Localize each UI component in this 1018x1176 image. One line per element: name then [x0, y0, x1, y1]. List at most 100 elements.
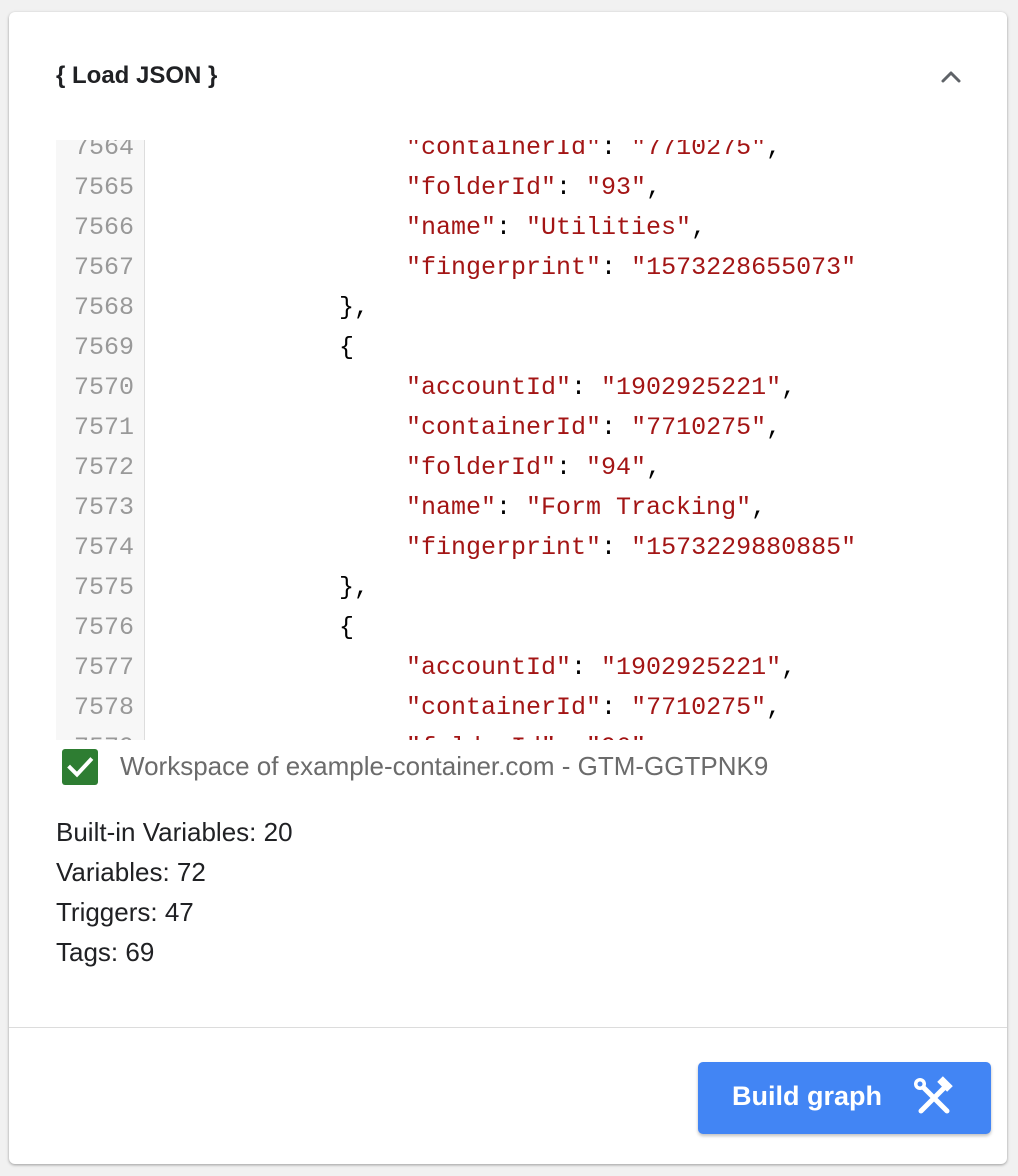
- colon: :: [601, 693, 632, 722]
- colon: :: [571, 373, 602, 402]
- build-graph-label: Build graph: [732, 1081, 882, 1111]
- json-value: "7710275": [631, 693, 767, 722]
- line-number: 7564: [73, 140, 134, 162]
- colon: :: [601, 533, 632, 562]
- line-number: 7569: [73, 333, 134, 362]
- code-line: 7576 {: [56, 608, 966, 648]
- line-number: 7575: [73, 573, 134, 602]
- code-line: 7565 "folderId": "93",: [56, 168, 966, 208]
- code-content: "name": "Form Tracking",: [406, 488, 766, 528]
- json-key: "folderId": [406, 453, 557, 482]
- colon: :: [496, 493, 527, 522]
- colon: :: [556, 733, 586, 740]
- comma: ,: [646, 733, 661, 740]
- card-header[interactable]: { Load JSON }: [9, 12, 1007, 132]
- code-content: "accountId": "1902925221",: [406, 368, 796, 408]
- code-line: 7574 "fingerprint": "1573229880885": [56, 528, 966, 568]
- code-line: 7570 "accountId": "1902925221",: [56, 368, 966, 408]
- code-line: 7568},: [56, 288, 966, 328]
- code-line: 7566 "name": "Utilities",: [56, 208, 966, 248]
- code-line: 7579 "folderId": "96",: [56, 728, 966, 740]
- code-line: 7573 "name": "Form Tracking",: [56, 488, 966, 528]
- card-title: { Load JSON }: [56, 62, 218, 89]
- json-value: "1902925221": [601, 653, 782, 682]
- comma: ,: [781, 653, 797, 682]
- json-editor[interactable]: 7564 "containerId": "7710275", 7565 "folder…: [56, 140, 966, 740]
- colon: :: [601, 413, 632, 442]
- chevron-up-icon: [941, 71, 961, 83]
- line-number: 7568: [73, 293, 134, 322]
- code-content: },: [339, 568, 369, 608]
- code-content: "name": "Utilities",: [406, 208, 706, 248]
- code-punctuation: {: [339, 613, 355, 642]
- code-punctuation: },: [339, 573, 370, 602]
- json-key: "name": [406, 213, 497, 242]
- workspace-label: Workspace of example-container.com - GTM…: [120, 751, 769, 781]
- code-content: "accountId": "1902925221",: [406, 648, 796, 688]
- json-value: "96": [586, 733, 646, 740]
- line-number: 7566: [73, 213, 134, 242]
- line-number: 7565: [73, 173, 134, 202]
- comma: ,: [751, 493, 767, 522]
- code-content: },: [339, 288, 369, 328]
- code-line: 7571 "containerId": "7710275",: [56, 408, 966, 448]
- comma: ,: [691, 213, 707, 242]
- code-content: "containerId": "7710275",: [406, 140, 781, 168]
- code-content: "folderId": "94",: [406, 448, 661, 488]
- code-line: 7578 "containerId": "7710275",: [56, 688, 966, 728]
- colon: :: [571, 653, 602, 682]
- colon: :: [601, 253, 632, 282]
- line-number: 7571: [73, 413, 134, 442]
- code-content: "fingerprint": "1573229880885": [406, 528, 856, 568]
- comma: ,: [646, 173, 662, 202]
- code-line: 7567 "fingerprint": "1573228655073": [56, 248, 966, 288]
- json-key: "folderId": [406, 733, 556, 740]
- json-value: "7710275": [631, 140, 767, 162]
- variables-count: Variables: 72: [56, 857, 206, 887]
- workspace-checkbox[interactable]: [62, 749, 98, 785]
- build-tools-icon: [914, 1076, 953, 1114]
- code-punctuation: {: [339, 333, 355, 362]
- line-number: 7579: [56, 728, 134, 740]
- collapse-button[interactable]: [931, 56, 971, 96]
- code-punctuation: },: [339, 293, 370, 322]
- code-content: {: [339, 328, 354, 368]
- json-key: "containerId": [406, 413, 602, 442]
- comma: ,: [646, 453, 662, 482]
- json-value: "1573228655073": [631, 253, 857, 282]
- code-line: 7572 "folderId": "94",: [56, 448, 966, 488]
- json-value: "1902925221": [601, 373, 782, 402]
- builtin-variables-count: Built-in Variables: 20: [56, 817, 293, 847]
- code-content: "fingerprint": "1573228655073": [406, 248, 856, 288]
- json-key: "containerId": [406, 140, 602, 162]
- load-json-card: { Load JSON } 7564 "containerId": "771027…: [9, 12, 1007, 1164]
- checkmark-icon: [67, 757, 94, 778]
- line-number: 7567: [73, 253, 134, 282]
- colon: :: [556, 453, 587, 482]
- tags-count: Tags: 69: [56, 937, 155, 967]
- code-content: "containerId": "7710275",: [406, 688, 781, 728]
- json-value: "94": [586, 453, 647, 482]
- line-number: 7572: [73, 453, 134, 482]
- code-content: "folderId": "93",: [406, 168, 661, 208]
- colon: :: [601, 140, 632, 162]
- line-number: 7573: [73, 493, 134, 522]
- line-number: 7576: [73, 613, 134, 642]
- line-number: 7570: [73, 373, 134, 402]
- triggers-count: Triggers: 47: [56, 897, 194, 927]
- json-key: "accountId": [406, 653, 572, 682]
- build-graph-button[interactable]: Build graph: [698, 1062, 991, 1134]
- code-content: {: [339, 608, 354, 648]
- json-key: "fingerprint": [406, 253, 602, 282]
- line-number: 7577: [73, 653, 134, 682]
- colon: :: [496, 213, 527, 242]
- workspace-row: Workspace of example-container.com - GTM…: [56, 745, 956, 785]
- colon: :: [556, 173, 587, 202]
- json-key: "accountId": [406, 373, 572, 402]
- comma: ,: [766, 693, 782, 722]
- json-key: "folderId": [406, 173, 557, 202]
- comma: ,: [766, 140, 782, 162]
- line-number: 7574: [73, 533, 134, 562]
- json-key: "fingerprint": [406, 533, 602, 562]
- code-lines: 7564 "containerId": "7710275", 7565 "folder…: [56, 140, 966, 740]
